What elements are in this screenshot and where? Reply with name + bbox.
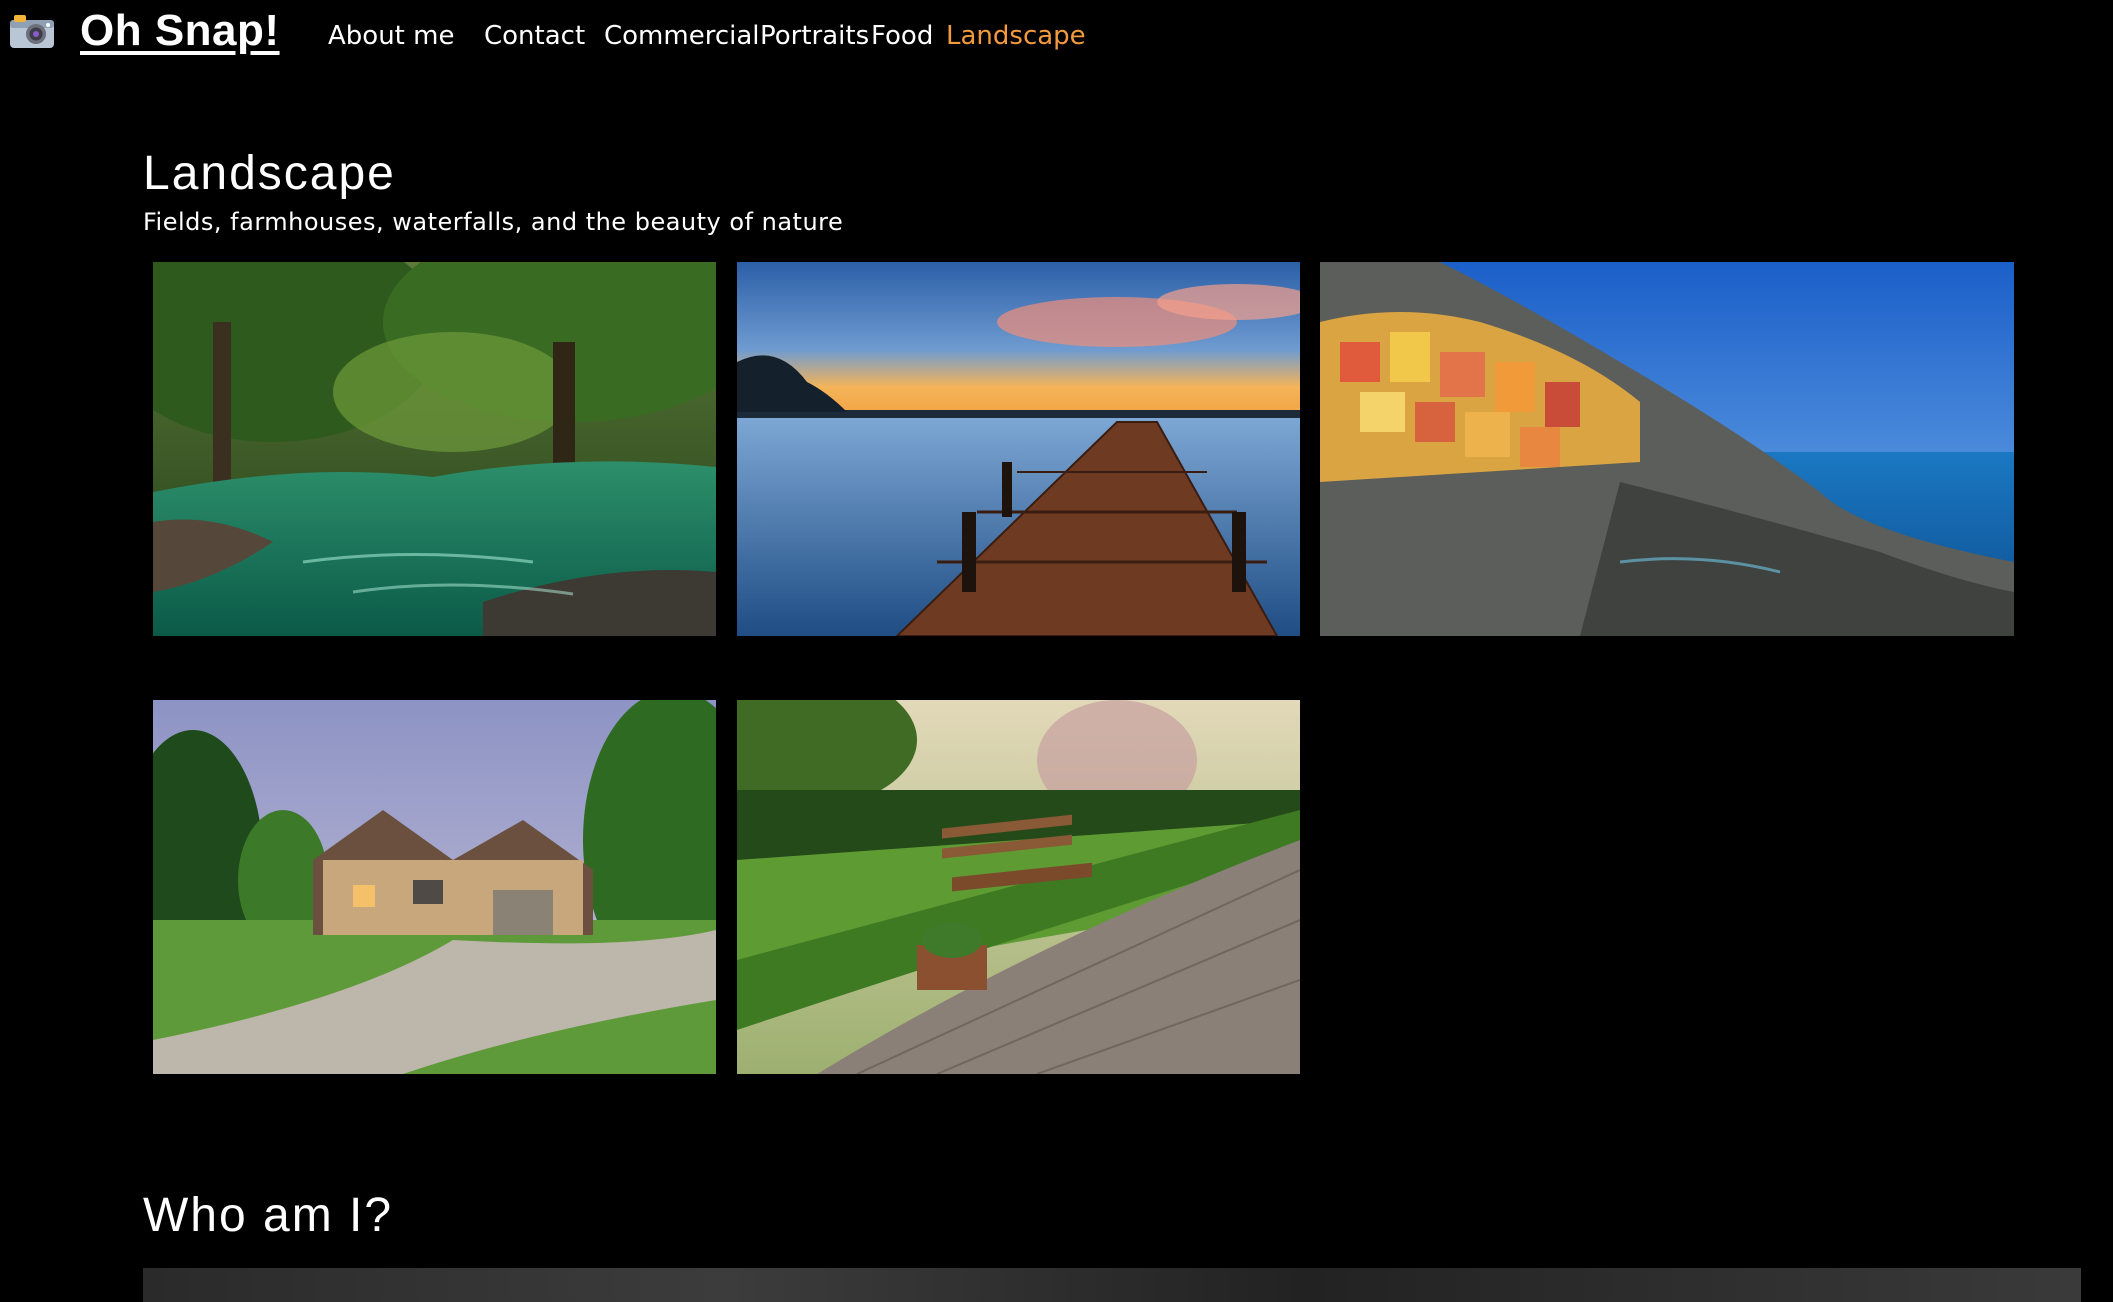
gallery-photo-coastal-village[interactable] <box>1320 262 2014 636</box>
nav-link-landscape[interactable]: Landscape <box>946 18 1086 54</box>
forest-river-image <box>153 262 716 636</box>
gallery-photo-forest-river[interactable] <box>153 262 716 636</box>
nav-link-commercial[interactable]: Commercial <box>604 18 760 54</box>
nav-link-food[interactable]: Food <box>871 18 933 54</box>
gallery-photo-farmhouse[interactable] <box>153 700 716 1074</box>
farmhouse-image <box>153 700 716 1074</box>
section-subtitle: Fields, farmhouses, waterfalls, and the … <box>143 208 844 236</box>
nav-link-portraits[interactable]: Portraits <box>760 18 869 54</box>
brand-name: Oh Snap! <box>80 6 280 55</box>
gallery-photo-pier-sunset[interactable] <box>737 262 1300 636</box>
nav-link-about-me[interactable]: About me <box>328 18 454 54</box>
park-bench-image <box>737 700 1300 1074</box>
about-photo-strip <box>143 1268 2081 1302</box>
camera-icon <box>10 15 54 48</box>
gallery-photo-park-bench[interactable] <box>737 700 1300 1074</box>
section-title: Landscape <box>143 147 396 200</box>
pier-sunset-image <box>737 262 1300 636</box>
about-title: Who am I? <box>143 1189 394 1242</box>
nav-link-contact[interactable]: Contact <box>484 18 585 54</box>
coastal-village-image <box>1320 262 2014 636</box>
page: Oh Snap! About me Contact Commercial Por… <box>0 0 2113 1302</box>
brand-link[interactable]: Oh Snap! <box>8 6 280 56</box>
